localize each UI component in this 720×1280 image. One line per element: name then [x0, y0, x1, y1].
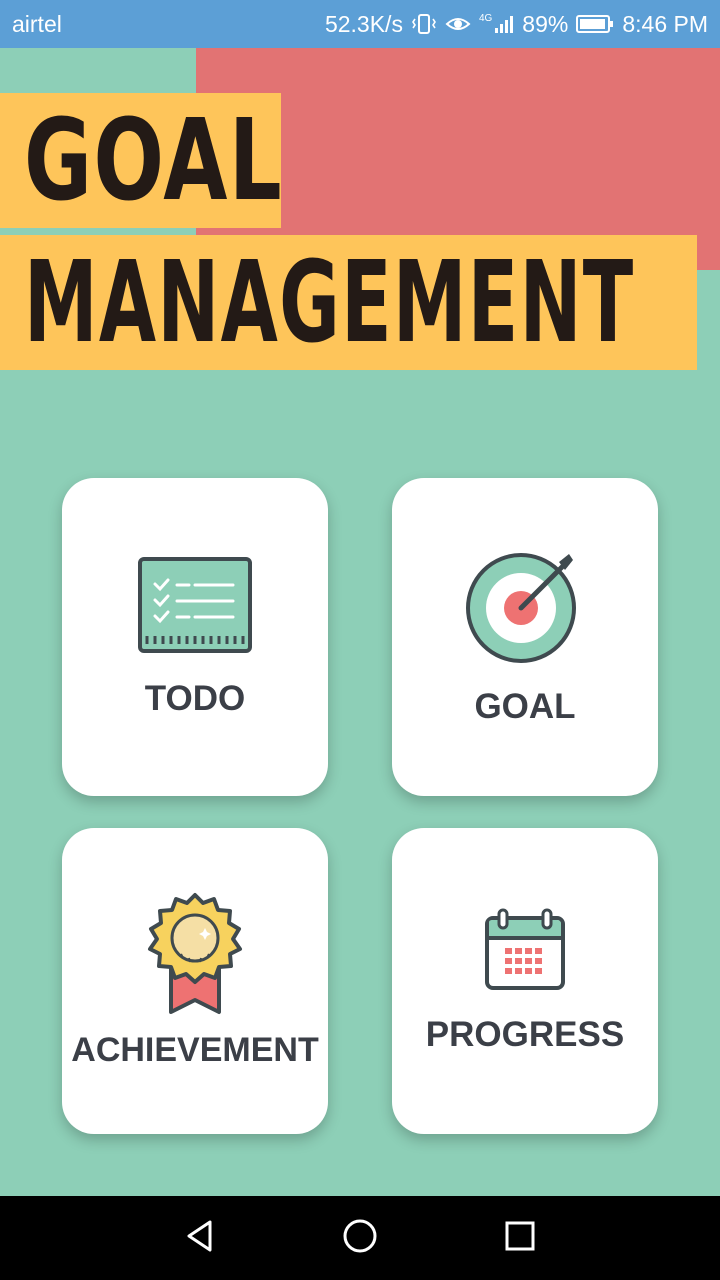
goal-card[interactable]: GOAL: [392, 478, 658, 796]
todo-card[interactable]: TODO: [62, 478, 328, 796]
progress-label: PROGRESS: [425, 1014, 625, 1054]
app-title-line2: MANAGEMENT: [24, 237, 635, 368]
carrier-name: airtel: [12, 10, 62, 37]
network-type: 4G: [478, 13, 493, 24]
eye-icon: [445, 14, 471, 34]
home-icon: [342, 1218, 378, 1259]
goal-label: GOAL: [474, 686, 576, 726]
achievement-label: ACHIEVEMENT: [71, 1031, 319, 1069]
target-icon: [465, 548, 585, 669]
status-bar: airtel 52.3K/s 4G 89% 8:46 PM: [0, 0, 720, 48]
award-badge-icon: [145, 892, 245, 1023]
todo-label: TODO: [144, 678, 246, 718]
recents-button[interactable]: [470, 1196, 570, 1280]
network-speed: 52.3K/s: [324, 10, 403, 37]
back-icon: [184, 1219, 216, 1258]
title-band-management: MANAGEMENT: [0, 235, 697, 370]
navigation-bar: [0, 1196, 720, 1280]
status-indicators: 52.3K/s 4G 89% 8:46 PM: [325, 11, 708, 38]
back-button[interactable]: [150, 1196, 250, 1280]
signal-icon: 4G: [479, 14, 514, 34]
title-band-goal: GOAL: [0, 93, 284, 228]
app-title-line1: GOAL: [24, 95, 284, 226]
battery-percent: 89%: [522, 10, 569, 37]
progress-card[interactable]: PROGRESS: [392, 828, 658, 1134]
app-content: GOAL MANAGEMENT TODO GOAL ACHIEVEMENT PR…: [0, 48, 720, 1196]
clock: 8:46 PM: [622, 10, 708, 37]
recents-icon: [504, 1220, 536, 1257]
calendar-icon: [483, 908, 567, 997]
home-button[interactable]: [310, 1196, 410, 1280]
vibrate-icon: [411, 12, 437, 36]
achievement-card[interactable]: ACHIEVEMENT: [62, 828, 328, 1134]
battery-icon: [576, 14, 614, 34]
checklist-icon: [137, 556, 253, 661]
